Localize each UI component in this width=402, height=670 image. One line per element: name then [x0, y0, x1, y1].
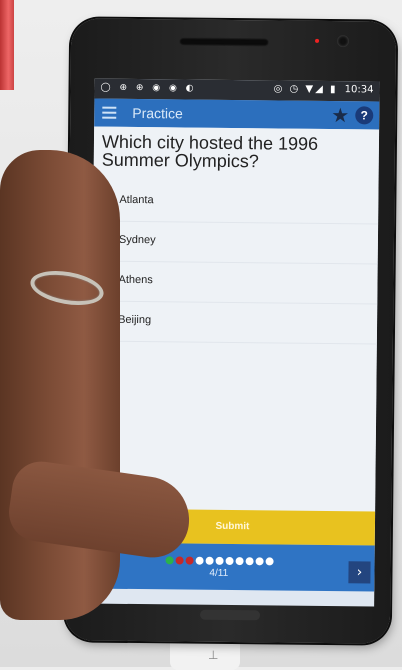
- system-icons: ◎ ◷ ▼◢ ▮: [273, 83, 338, 96]
- option-athens[interactable]: Athens: [92, 262, 378, 305]
- menu-icon[interactable]: [102, 106, 117, 119]
- progress-dot: [185, 556, 194, 565]
- usb-icon: ⊥: [208, 648, 219, 662]
- progress-dot: [175, 556, 184, 565]
- help-icon[interactable]: ?: [355, 106, 374, 125]
- status-right: ◎ ◷ ▼◢ ▮ 10:34: [274, 83, 374, 95]
- option-label: Beijing: [118, 313, 152, 327]
- home-button[interactable]: [199, 609, 261, 621]
- progress-dot: [245, 557, 254, 566]
- progress-dot: [195, 556, 204, 565]
- option-sydney[interactable]: Sydney: [92, 222, 379, 265]
- clock: 10:34: [344, 84, 374, 96]
- progress-dot: [235, 557, 244, 566]
- option-label: Athens: [118, 273, 153, 287]
- progress-dot: [265, 557, 274, 566]
- next-button[interactable]: ›: [348, 561, 371, 584]
- progress-counter: 4/11: [209, 567, 229, 579]
- page-title: Practice: [132, 104, 183, 122]
- option-label: Atlanta: [119, 193, 154, 207]
- front-camera: [336, 35, 350, 48]
- question-panel: Which city hosted the 1996 Summer Olympi…: [89, 126, 380, 530]
- charger-cable: [0, 0, 14, 90]
- option-label: Sydney: [118, 233, 156, 247]
- notification-icons: ◯ ⊕ ⊕ ◉ ◉ ◐: [100, 82, 197, 94]
- progress-dot: [205, 556, 214, 565]
- notification-led: [315, 38, 320, 43]
- earpiece-speaker: [178, 37, 270, 47]
- progress-dot: [215, 556, 224, 565]
- option-atlanta[interactable]: Atlanta: [93, 182, 379, 225]
- progress-dot: [165, 556, 174, 565]
- star-icon[interactable]: ★: [331, 103, 349, 127]
- option-beijing[interactable]: Beijing: [91, 302, 378, 345]
- progress-dots: [165, 551, 276, 566]
- progress-dot: [255, 557, 264, 566]
- app-bar: Practice ★ ?: [94, 98, 380, 130]
- progress-dot: [225, 556, 234, 566]
- question-text: Which city hosted the 1996 Summer Olympi…: [101, 131, 319, 172]
